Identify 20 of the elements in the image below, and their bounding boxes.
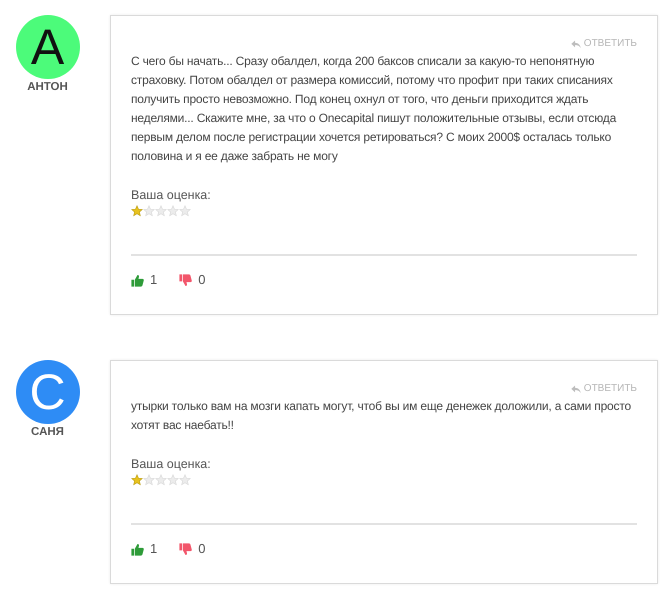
rating-label: Ваша оценка:: [131, 187, 212, 203]
thumbs-up-icon: [131, 274, 144, 286]
comment-text: утырки только вам на мозги капать могут, чтоб вы им еще денежек доложили, а сами просто хотят вас наебать!!: [131, 398, 632, 434]
filled-star-icon[interactable]: [131, 474, 143, 486]
letter-avatar: С: [16, 360, 80, 424]
filled-star-icon[interactable]: [131, 205, 143, 217]
letter-avatar: А: [16, 15, 80, 79]
thumbs-up-icon: [131, 542, 144, 556]
author-name: АНТОН: [27, 80, 68, 94]
author-name: САНЯ: [31, 425, 64, 439]
rating-label: Ваша оценка:: [131, 456, 212, 472]
comment-text: С чего бы начать... Сразу обалдел, когда 200 баксов списали за какую-то непонятную страховку. Потом обалдел от размера комиссий, потому что профит при таких списаниях получить просто невозможно. Под конец охнул от того, что деньги приходится ждать неделями... Скажите мне, за что о Onecapital пишут положительные отзывы, если отсюда первым делом после регистрации хочется ретироваться? С моих 2000$ осталась только половина и я ее даже забрать не могу: [131, 53, 618, 165]
like-button[interactable]: 1: [131, 541, 158, 557]
thumbs-down-icon: [179, 274, 192, 286]
like-button[interactable]: 1: [131, 272, 158, 288]
dislike-button[interactable]: 0: [179, 272, 206, 288]
thumbs-down-icon: [179, 542, 192, 556]
reply-icon: [570, 40, 581, 48]
dislike-button[interactable]: 0: [179, 541, 206, 557]
reply-icon: [570, 384, 581, 394]
